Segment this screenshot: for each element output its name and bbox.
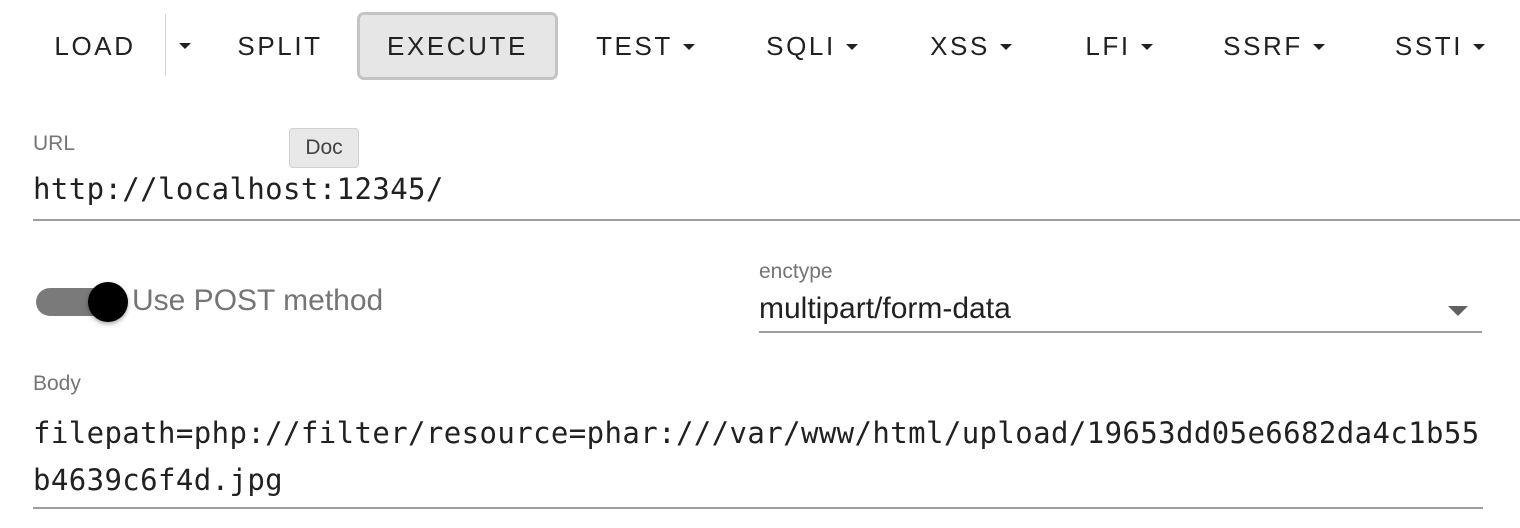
dropdown-arrow-icon[interactable] — [1448, 306, 1468, 316]
doc-tooltip: Doc — [289, 128, 359, 168]
chevron-down-icon — [682, 44, 695, 50]
url-label: URL — [33, 132, 76, 155]
chevron-down-icon — [1140, 44, 1153, 50]
url-input-underline — [33, 219, 1520, 221]
chevron-down-icon — [1473, 44, 1486, 50]
post-method-toggle[interactable] — [36, 280, 128, 324]
chevron-down-icon — [999, 44, 1012, 50]
ssti-menu-label: SSTI — [1394, 30, 1464, 61]
execute-button-label: EXECUTE — [386, 30, 528, 61]
post-method-label: Use POST method — [132, 284, 384, 317]
enctype-select-underline — [759, 331, 1482, 333]
enctype-select[interactable]: multipart/form-data — [759, 292, 1011, 326]
hackbar-panel: LOAD SPLIT EXECUTE TEST SQLI XSS LFI SSR… — [0, 0, 1520, 528]
load-button-label: LOAD — [54, 30, 136, 61]
sqli-menu-button[interactable]: SQLI — [748, 12, 876, 80]
xss-menu-button[interactable]: XSS — [912, 12, 1030, 80]
lfi-menu-label: LFI — [1085, 30, 1131, 61]
chevron-down-icon — [1312, 44, 1325, 50]
split-button[interactable]: SPLIT — [220, 12, 340, 80]
ssrf-menu-label: SSRF — [1223, 30, 1303, 61]
body-textarea-underline — [33, 507, 1483, 509]
execute-button[interactable]: EXECUTE — [357, 12, 558, 80]
test-menu-button[interactable]: TEST — [578, 12, 713, 80]
toggle-thumb — [88, 282, 128, 322]
url-input[interactable]: http://localhost:12345/ — [33, 172, 444, 206]
toolbar: LOAD SPLIT EXECUTE TEST SQLI XSS LFI SSR… — [0, 0, 1520, 92]
ssrf-menu-button[interactable]: SSRF — [1206, 12, 1342, 80]
ssti-menu-button[interactable]: SSTI — [1376, 12, 1504, 80]
lfi-menu-button[interactable]: LFI — [1066, 12, 1172, 80]
toolbar-divider — [165, 14, 166, 76]
test-menu-label: TEST — [596, 30, 673, 61]
body-label: Body — [33, 372, 81, 395]
sqli-menu-label: SQLI — [766, 30, 836, 61]
chevron-down-icon — [179, 43, 191, 49]
load-button[interactable]: LOAD — [40, 12, 150, 80]
load-menu-button[interactable] — [168, 12, 202, 80]
body-textarea[interactable]: filepath=php://filter/resource=phar:///v… — [33, 410, 1483, 504]
enctype-label: enctype — [759, 260, 833, 283]
chevron-down-icon — [845, 44, 858, 50]
split-button-label: SPLIT — [237, 30, 323, 61]
xss-menu-label: XSS — [930, 30, 990, 61]
